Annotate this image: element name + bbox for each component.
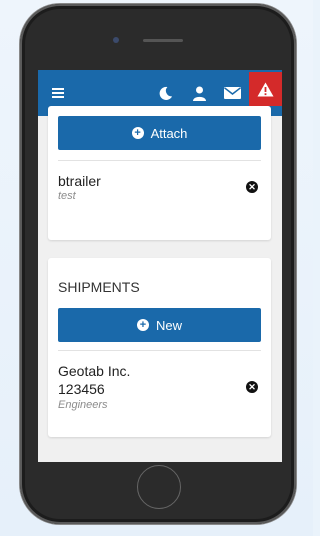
trailer-subtitle: test <box>58 190 76 202</box>
phone-frame: + Attach btrailer test ✕ SHIPMENTS + New <box>20 4 296 524</box>
shipments-title: SHIPMENTS <box>58 279 140 295</box>
shipment-subtitle: Engineers <box>58 399 108 411</box>
warning-icon[interactable] <box>249 72 282 106</box>
remove-shipment-icon[interactable]: ✕ <box>246 381 258 393</box>
divider <box>58 350 261 351</box>
divider <box>58 160 261 161</box>
attach-button-label: Attach <box>150 125 188 141</box>
shipment-number: 123456 <box>58 381 105 397</box>
new-button-label: New <box>155 317 182 333</box>
page-background: + Attach btrailer test ✕ SHIPMENTS + New <box>0 0 313 536</box>
home-button[interactable] <box>137 465 181 509</box>
phone-screen: + Attach btrailer test ✕ SHIPMENTS + New <box>38 70 282 462</box>
trailer-name: btrailer <box>58 173 101 189</box>
camera-icon <box>113 37 119 43</box>
plus-circle-icon: + <box>136 319 149 331</box>
shipments-card: SHIPMENTS + New Geotab Inc. 123456 Engin… <box>48 258 271 437</box>
remove-trailer-icon[interactable]: ✕ <box>246 181 258 193</box>
shipment-name: Geotab Inc. <box>58 363 131 379</box>
main-content: + Attach btrailer test ✕ SHIPMENTS + New <box>38 106 282 462</box>
speaker-grille <box>143 39 183 42</box>
attach-button[interactable]: + Attach <box>58 116 261 150</box>
attach-card: + Attach btrailer test ✕ <box>48 106 271 240</box>
new-shipment-button[interactable]: + New <box>58 308 261 342</box>
plus-circle-icon: + <box>131 127 144 139</box>
